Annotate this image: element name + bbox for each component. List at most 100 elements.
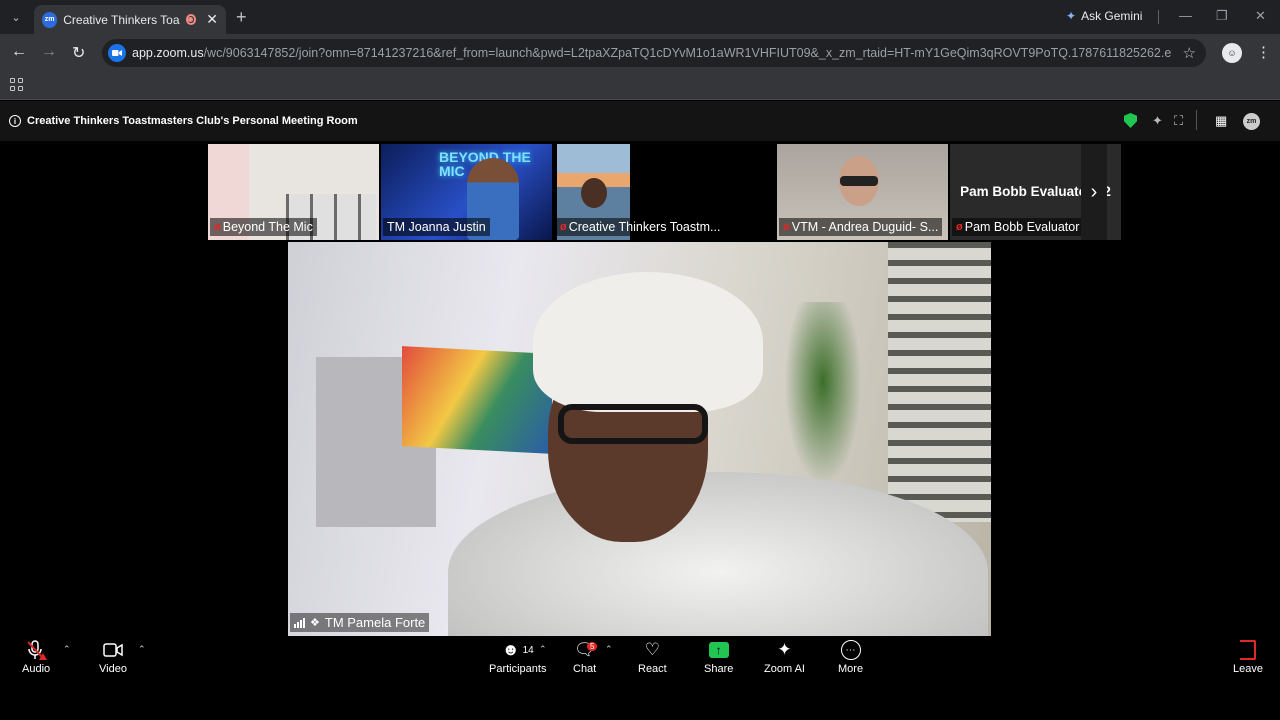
participants-icon: ☻ 14 xyxy=(501,640,534,659)
chat-unread-badge: 5 xyxy=(587,642,598,651)
next-page-chevron-icon[interactable]: › xyxy=(1081,144,1107,240)
url-text: app.zoom.us/wc/9063147852/join?omn=87141… xyxy=(132,46,1172,60)
participants-options-chevron-icon[interactable]: ⌃ xyxy=(539,644,547,655)
close-window-icon[interactable]: ✕ xyxy=(1255,8,1266,24)
participant-name: VTM - Andrea Duguid- S... xyxy=(791,220,939,234)
video-background-tv xyxy=(402,346,552,454)
heart-icon: ♡ xyxy=(644,640,660,659)
pin-icon: ❖ xyxy=(310,617,320,629)
share-button[interactable]: ↑ Share xyxy=(704,640,733,675)
participant-name-tag: ø Pam Bobb Evaluator #2 xyxy=(952,218,1101,236)
meeting-title: Creative Thinkers Toastmasters Club's Pe… xyxy=(27,115,358,127)
url-path: /wc/9063147852/join?omn=87141237216&ref_… xyxy=(203,46,1172,60)
speaker-glasses xyxy=(558,404,708,444)
back-arrow-icon[interactable]: ← xyxy=(11,43,27,61)
encryption-shield-icon[interactable] xyxy=(1124,113,1137,128)
react-button[interactable]: ♡ React xyxy=(638,640,667,675)
participant-name: TM Joanna Justin xyxy=(387,220,486,234)
meeting-control-bar: Audio ⌃ Video ⌃ ☻ 14 Participants ⌃ 🗨 5 C… xyxy=(0,636,1280,684)
leave-button[interactable]: Leave xyxy=(1233,640,1263,675)
share-label: Share xyxy=(704,663,734,675)
participant-tile[interactable]: ø Beyond The Mic xyxy=(208,144,379,240)
divider xyxy=(1196,110,1197,130)
video-background-blinds xyxy=(888,242,991,522)
apps-grid-icon[interactable] xyxy=(10,78,23,91)
more-button[interactable]: ⋯ More xyxy=(838,640,863,675)
participant-name: Pam Bobb Evaluator #2 xyxy=(964,220,1097,234)
camera-icon xyxy=(103,640,123,660)
leave-door-icon xyxy=(1239,640,1256,660)
url-host: app.zoom.us xyxy=(132,46,204,60)
share-screen-icon: ↑ xyxy=(708,640,729,660)
forward-arrow-icon[interactable]: → xyxy=(41,43,57,61)
minimize-window-icon[interactable]: — xyxy=(1179,8,1192,23)
zoom-logo-icon: zm xyxy=(1243,113,1260,130)
participant-name-tag: ø Creative Thinkers Toastm... xyxy=(556,218,725,236)
mic-muted-icon: ø xyxy=(956,221,963,233)
video-button[interactable]: Video xyxy=(99,640,127,675)
new-tab-button[interactable]: + xyxy=(236,7,247,28)
ai-companion-icon[interactable]: ✦ xyxy=(1152,113,1163,129)
site-info-icon[interactable] xyxy=(108,44,126,62)
participant-name-tag: ø VTM - Andrea Duguid- S... xyxy=(779,218,943,236)
profile-avatar[interactable]: ☺ xyxy=(1222,43,1242,63)
browser-tab-active[interactable]: zm Creative Thinkers Toastmasters ✕ xyxy=(34,5,226,34)
participant-strip: ø Beyond The Mic BEYOND THE MIC TM Joann… xyxy=(208,144,1121,240)
mic-muted-icon xyxy=(25,640,48,660)
bookmarks-bar xyxy=(0,72,1280,100)
speaker-headwrap xyxy=(533,272,763,412)
glasses xyxy=(840,176,878,186)
ask-gemini-label: Ask Gemini xyxy=(1081,9,1143,23)
zoom-favicon-icon: zm xyxy=(42,11,58,28)
zoom-ai-button[interactable]: ✦ Zoom AI xyxy=(764,640,805,675)
view-layout-icon[interactable]: ▦ xyxy=(1215,113,1227,129)
chat-label: Chat xyxy=(573,663,597,675)
chat-button[interactable]: 🗨 5 Chat xyxy=(573,640,598,675)
bookmark-star-icon[interactable]: ☆ xyxy=(1183,44,1196,62)
participant-name-tag: TM Joanna Justin xyxy=(383,218,490,236)
leave-label: Leave xyxy=(1233,663,1263,675)
more-dots-icon: ⋯ xyxy=(840,640,861,660)
recording-indicator-icon xyxy=(185,14,197,25)
tab-title: Creative Thinkers Toastmasters xyxy=(63,12,180,27)
participant-tile[interactable]: ø Creative Thinkers Toastm... xyxy=(554,144,775,240)
meeting-info-icon[interactable]: i xyxy=(9,115,21,127)
participant-name: Creative Thinkers Toastm... xyxy=(568,220,721,234)
fullscreen-icon[interactable]: ⛶ xyxy=(1174,113,1183,129)
gemini-sparkle-icon: ✦ xyxy=(1066,9,1077,23)
zoom-ai-label: Zoom AI xyxy=(764,663,805,675)
tab-close-icon[interactable]: ✕ xyxy=(206,11,218,28)
address-bar[interactable]: app.zoom.us/wc/9063147852/join?omn=87141… xyxy=(102,39,1206,67)
mic-muted-icon: ø xyxy=(783,221,790,233)
mic-muted-icon: ø xyxy=(214,221,221,233)
reload-icon[interactable]: ↻ xyxy=(72,43,85,63)
participants-count: 14 xyxy=(522,644,534,656)
meeting-header: i Creative Thinkers Toastmasters Club's … xyxy=(0,101,1280,141)
tab-search-chevron-icon[interactable]: ⌄ xyxy=(0,0,32,34)
participants-button[interactable]: ☻ 14 Participants xyxy=(489,640,546,675)
chat-options-chevron-icon[interactable]: ⌃ xyxy=(605,644,613,655)
ai-sparkle-icon: ✦ xyxy=(777,640,792,659)
video-options-chevron-icon[interactable]: ⌃ xyxy=(138,644,146,655)
speaker-name: TM Pamela Forte xyxy=(324,615,426,630)
participant-tile[interactable]: BEYOND THE MIC TM Joanna Justin xyxy=(381,144,552,240)
video-background-plant xyxy=(778,302,868,502)
speaker-name-tag: ❖ TM Pamela Forte xyxy=(290,613,430,632)
more-label: More xyxy=(838,663,864,675)
audio-label: Audio xyxy=(22,663,51,675)
browser-toolbar: ← → ↻ app.zoom.us/wc/9063147852/join?omn… xyxy=(0,34,1280,72)
audio-options-chevron-icon[interactable]: ⌃ xyxy=(63,644,71,655)
participants-label: Participants xyxy=(489,663,547,675)
ask-gemini-button[interactable]: ✦ Ask Gemini xyxy=(1066,9,1142,23)
browser-menu-icon[interactable]: ⋮ xyxy=(1256,43,1271,61)
participant-tile[interactable]: ø VTM - Andrea Duguid- S... xyxy=(777,144,948,240)
restore-window-icon[interactable]: ❐ xyxy=(1216,8,1228,24)
participant-name: Beyond The Mic xyxy=(222,220,313,234)
browser-tab-strip: ⌄ zm Creative Thinkers Toastmasters ✕ + … xyxy=(0,0,1280,34)
video-label: Video xyxy=(99,663,127,675)
signal-strength-icon xyxy=(294,617,305,628)
active-speaker-video[interactable]: ❖ TM Pamela Forte xyxy=(288,242,991,636)
mic-muted-icon: ø xyxy=(560,221,567,233)
audio-button[interactable]: Audio xyxy=(22,640,50,675)
participant-name-tag: ø Beyond The Mic xyxy=(210,218,317,236)
